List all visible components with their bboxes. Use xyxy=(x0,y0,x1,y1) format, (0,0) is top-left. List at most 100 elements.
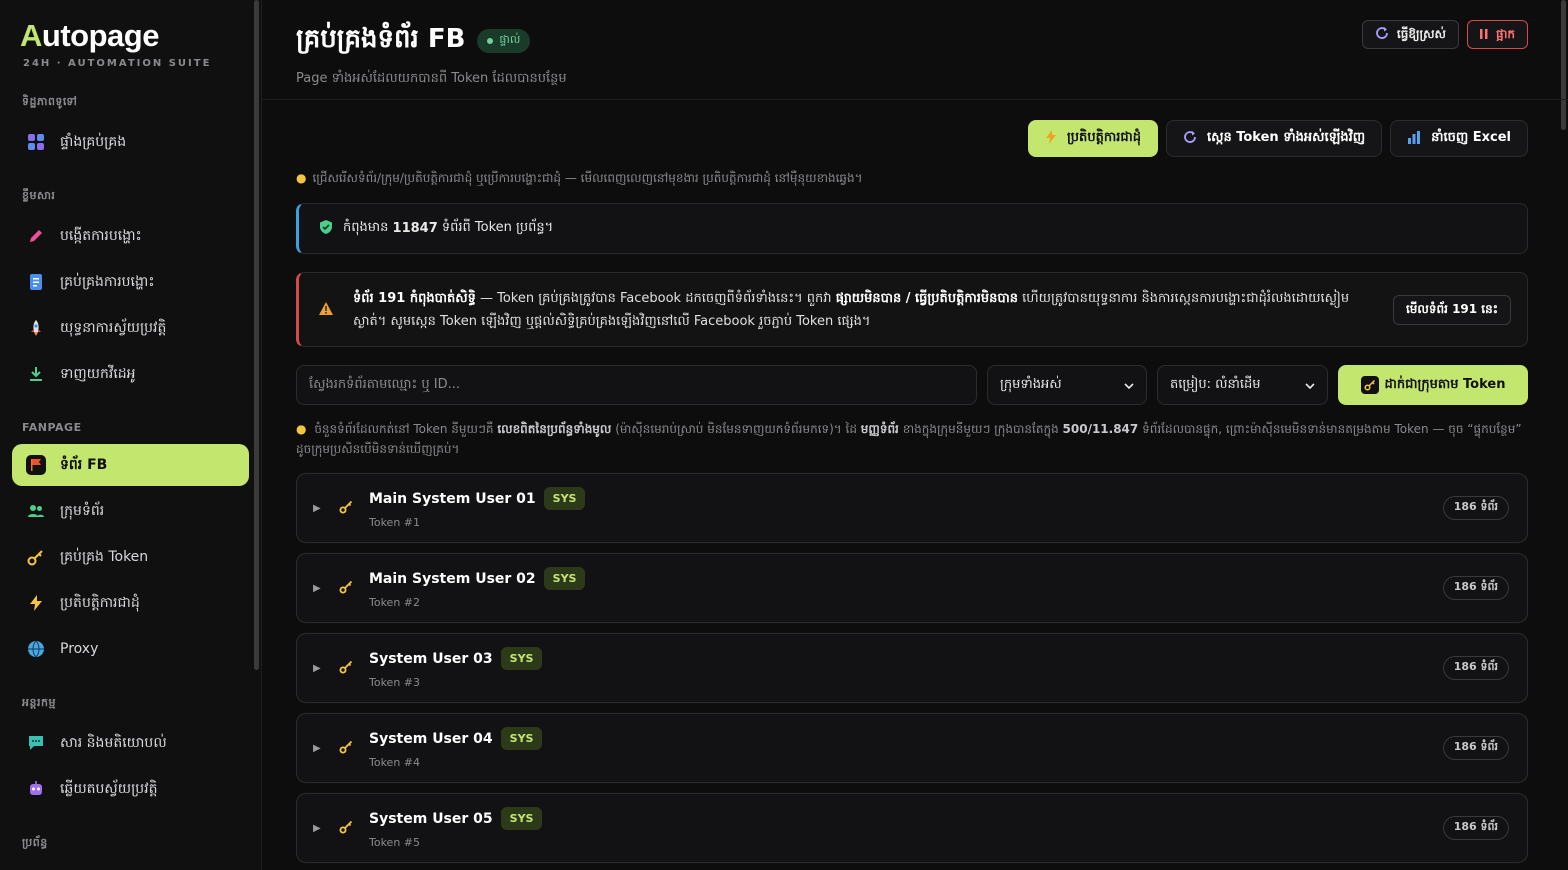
chat-icon xyxy=(26,733,46,753)
expand-caret-icon[interactable]: ▶ xyxy=(313,583,325,594)
sidebar-item-label: ក្រុមទំព័រ xyxy=(60,502,105,519)
missing-permission-alert: ទំព័រ 191 កំពុងបាត់សិទ្ធិ — Token គ្រប់គ… xyxy=(296,272,1528,347)
sidebar-item-auto-campaign[interactable]: យុទ្ធនាការស្វ័យប្រវត្តិ xyxy=(12,307,249,349)
grouping-hint-part2: (ម៉ាស៊ីនមេរាប់ស្រាប់ មិនមែនទាញយកទំព័រមកទ… xyxy=(615,422,857,436)
sidebar-item-dashboard[interactable]: ផ្ទាំងគ្រប់គ្រង xyxy=(12,121,249,163)
token-group-row[interactable]: ▶ Main System User 02 SYS Token #2 186 ទ… xyxy=(296,553,1528,623)
sidebar-item-manage-posts[interactable]: គ្រប់គ្រងការបង្ហោះ xyxy=(12,261,249,303)
bar-chart-icon xyxy=(1407,130,1421,148)
brand-logo[interactable]: Autopage 24H · AUTOMATION SUITE xyxy=(0,18,261,69)
lightbulb-icon: ● xyxy=(296,422,307,436)
token-number: Token #3 xyxy=(369,676,421,689)
rocket-icon xyxy=(26,318,46,338)
logo-text: utopage xyxy=(41,18,160,53)
refresh-icon xyxy=(1183,130,1197,148)
alert-headline: ទំព័រ 191 កំពុងបាត់សិទ្ធិ xyxy=(353,290,476,306)
page-count-badge: 186 ទំព័រ xyxy=(1442,576,1509,600)
stop-button-label: ផ្អាក xyxy=(1495,26,1515,41)
sidebar-item-auto-reply[interactable]: ឆ្លើយតបស្វ័យប្រវត្តិ xyxy=(12,768,249,810)
expand-caret-icon[interactable]: ▶ xyxy=(313,823,325,834)
token-name: Main System User 01 xyxy=(369,490,536,507)
sidebar-item-token-management[interactable]: គ្រប់គ្រង Token xyxy=(12,536,249,578)
grid-icon xyxy=(26,132,46,152)
group-by-token-label: ដាក់ជាក្រុមតាម Token xyxy=(1384,376,1506,392)
shield-check-icon xyxy=(319,219,333,238)
sidebar-item-label: គ្រប់គ្រង Token xyxy=(60,548,149,565)
page-search-input[interactable]: ស្វែងរកទំព័រតាមឈ្មោះ ឬ ID... xyxy=(296,365,977,405)
chevron-down-icon xyxy=(1305,378,1315,393)
key-icon xyxy=(339,659,353,678)
page-count-badge: 186 ទំព័រ xyxy=(1442,736,1509,760)
token-name: System User 04 xyxy=(369,730,493,747)
rescan-tokens-button[interactable]: ស្កេន Token ទាំងអស់ឡើងវិញ xyxy=(1165,120,1383,157)
globe-icon xyxy=(26,639,46,659)
sidebar-item-label: ឆ្លើយតបស្វ័យប្រវត្តិ xyxy=(60,780,158,797)
sidebar-item-proxy[interactable]: Proxy xyxy=(12,628,249,670)
stop-button[interactable]: ផ្អាក xyxy=(1466,20,1528,49)
sidebar-item-messages[interactable]: សារ និងមតិយោបល់ xyxy=(12,722,249,764)
robot-icon xyxy=(26,779,46,799)
token-type-badge: SYS xyxy=(543,487,586,510)
sidebar-item-download-video[interactable]: ទាញយកវីដេអូ xyxy=(12,353,249,395)
grouping-hint-bold2: មញ្ញទំព័រ xyxy=(860,422,899,436)
key-icon xyxy=(26,547,46,567)
expand-caret-icon[interactable]: ▶ xyxy=(313,503,325,514)
lightbulb-icon: ● xyxy=(296,171,307,185)
sidebar-section-content: ខ្លឹមសារ xyxy=(22,189,56,202)
sidebar-item-label: ទំព័រ FB xyxy=(60,456,108,473)
key-icon xyxy=(339,739,353,758)
grouping-hint-bold3: 500/11.847 xyxy=(1062,422,1139,436)
sidebar-item-page-groups[interactable]: ក្រុមទំព័រ xyxy=(12,490,249,532)
sort-value: តម្រៀប: លំនាំដើម xyxy=(1170,376,1261,392)
refresh-icon xyxy=(1375,26,1389,43)
sidebar-section-fanpage: FANPAGE xyxy=(22,421,82,434)
sidebar-scrollbar[interactable] xyxy=(254,0,259,670)
sidebar-item-label: គ្រប់គ្រងការបង្ហោះ xyxy=(60,273,155,290)
token-name: System User 03 xyxy=(369,650,493,667)
token-type-badge: SYS xyxy=(500,647,543,670)
refresh-button-label: ធ្វើឱ្យស្រស់ xyxy=(1396,26,1446,41)
page-subtitle: Page ទាំងអស់ដែលយកបានពី Token ដែលបានបន្ថែ… xyxy=(296,71,567,86)
token-number: Token #2 xyxy=(369,596,421,609)
group-by-token-button[interactable]: ដាក់ជាក្រុមតាម Token xyxy=(1338,365,1528,405)
token-group-row[interactable]: ▶ System User 05 SYS Token #5 186 ទំព័រ xyxy=(296,793,1528,863)
logo-letter: A xyxy=(20,18,42,53)
sidebar-item-label: ទាញយកវីដេអូ xyxy=(60,365,136,382)
refresh-button[interactable]: ធ្វើឱ្យស្រស់ xyxy=(1361,20,1459,49)
group-filter-select[interactable]: ក្រុមទាំងអស់ xyxy=(987,365,1147,405)
bolt-icon xyxy=(26,593,46,613)
token-group-row[interactable]: ▶ System User 04 SYS Token #4 186 ទំព័រ xyxy=(296,713,1528,783)
sidebar-section-system: ប្រព័ន្ធ xyxy=(22,836,48,849)
view-missing-pages-button[interactable]: មើលទំព័រ 191 នេះ xyxy=(1393,294,1511,325)
group-filter-value: ក្រុមទាំងអស់ xyxy=(1000,376,1062,392)
expand-caret-icon[interactable]: ▶ xyxy=(313,663,325,674)
sidebar-item-label: ផ្ទាំងគ្រប់គ្រង xyxy=(60,133,127,150)
page-count-badge: 186 ទំព័រ xyxy=(1442,496,1509,520)
token-number: Token #4 xyxy=(369,756,421,769)
token-number: Token #5 xyxy=(369,836,421,849)
export-excel-button[interactable]: នាំចេញ Excel xyxy=(1390,120,1528,157)
sort-select[interactable]: តម្រៀប: លំនាំដើម xyxy=(1157,365,1328,405)
status-dot-icon xyxy=(487,38,494,44)
expand-caret-icon[interactable]: ▶ xyxy=(313,743,325,754)
sidebar-item-label: Proxy xyxy=(60,641,99,657)
alert-text-part1: — Token គ្រប់គ្រងត្រូវបាន Facebook ដកចេញ… xyxy=(479,290,832,306)
sidebar-item-label: ប្រតិបត្តិការជាដុំ xyxy=(60,594,140,611)
download-icon xyxy=(26,364,46,384)
info-suffix: ទំព័រពី Token ប្រព័ន្ធ។ xyxy=(441,220,554,235)
bulk-operations-label: ប្រតិបត្តិការជាដុំ xyxy=(1066,130,1141,145)
token-type-badge: SYS xyxy=(500,807,543,830)
token-type-badge: SYS xyxy=(543,567,586,590)
sidebar-item-bulk-ops[interactable]: ប្រតិបត្តិការជាដុំ xyxy=(12,582,249,624)
pencil-icon xyxy=(26,226,46,246)
token-group-row[interactable]: ▶ System User 03 SYS Token #3 186 ទំព័រ xyxy=(296,633,1528,703)
sidebar-item-fb-pages[interactable]: ទំព័រ FB xyxy=(12,444,249,486)
sidebar-item-create-post[interactable]: បង្កើតការបង្ហោះ xyxy=(12,215,249,257)
sidebar-section-overview: ទិដ្ឋភាពទូទៅ xyxy=(22,95,78,108)
search-placeholder: ស្វែងរកទំព័រតាមឈ្មោះ ឬ ID... xyxy=(309,376,460,392)
warning-icon xyxy=(319,300,333,319)
bulk-operations-button[interactable]: ប្រតិបត្តិការជាដុំ xyxy=(1027,120,1158,157)
bolt-icon xyxy=(1045,129,1057,148)
token-group-row[interactable]: ▶ Main System User 01 SYS Token #1 186 ទ… xyxy=(296,473,1528,543)
token-type-badge: SYS xyxy=(500,727,543,750)
